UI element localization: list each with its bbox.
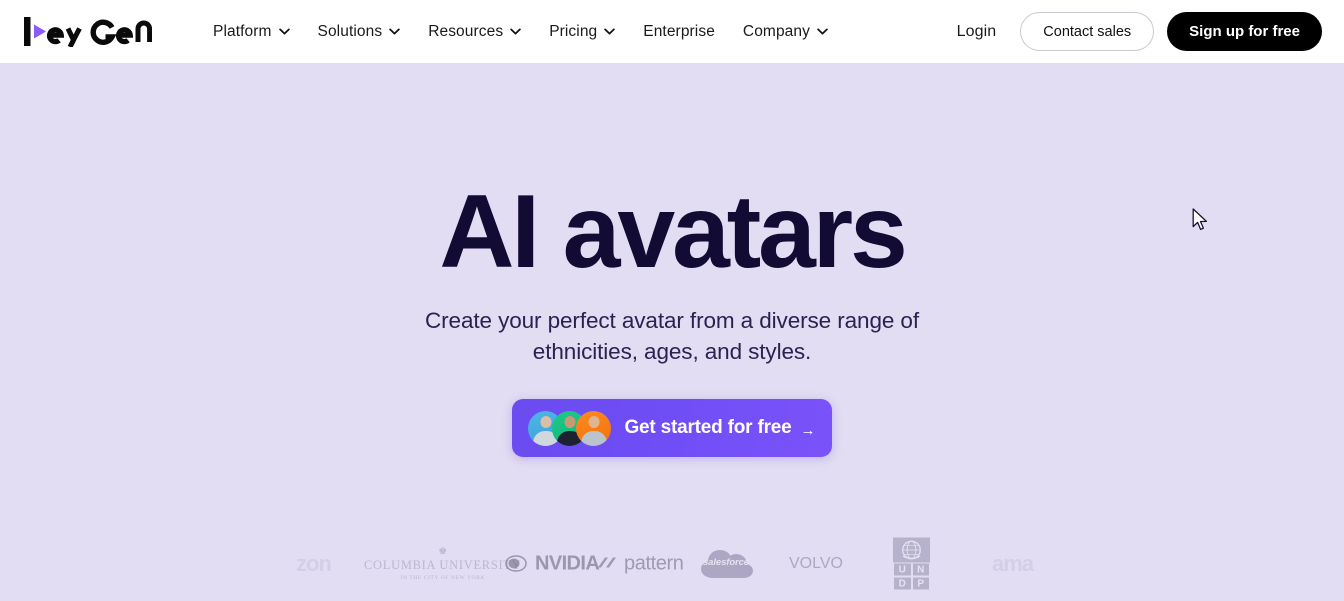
contact-sales-button[interactable]: Contact sales [1020, 12, 1155, 51]
logo-columbia-text: COLUMBIA UNIVERSITY [364, 557, 522, 572]
un-emblem-icon [893, 537, 930, 562]
logo-amazon-text: zon [296, 550, 332, 576]
nav-item-label: Company [742, 22, 810, 40]
pattern-slashes-icon [598, 557, 616, 568]
arrow-right-icon: → [800, 421, 816, 439]
heygen-logo-mark [24, 16, 152, 47]
nav-item-enterprise[interactable]: Enterprise [629, 15, 729, 49]
customer-logo-strip: zon ♚ COLUMBIA UNIVERSITY IN THE CITY OF… [0, 526, 1344, 601]
hero-subtitle: Create your perfect avatar from a divers… [425, 308, 919, 365]
logo-columbia-subtext: IN THE CITY OF NEW YORK [400, 574, 485, 581]
main-nav: Platform Solutions Resources Pricing Ent… [199, 15, 842, 49]
nav-item-company[interactable]: Company [729, 15, 842, 49]
undp-letter: P [911, 576, 930, 590]
undp-letter: D [893, 576, 912, 590]
play-triangle-icon [34, 24, 46, 38]
logo-volvo: VOLVO [789, 555, 843, 573]
login-link[interactable]: Login [945, 15, 1009, 49]
avatar-group [528, 410, 612, 446]
chevron-down-icon [389, 28, 400, 35]
chevron-down-icon [510, 28, 521, 35]
logo-pattern: pattern [596, 552, 684, 575]
logo-amazon: ama [992, 550, 1034, 577]
logo-nvidia: NVIDIA [503, 552, 600, 575]
nav-item-platform[interactable]: Platform [199, 15, 304, 49]
nav-item-label: Solutions [317, 22, 383, 40]
get-started-button[interactable]: Get started for free → [512, 399, 832, 458]
signup-button[interactable]: Sign up for free [1167, 12, 1322, 51]
nav-item-solutions[interactable]: Solutions [304, 15, 415, 49]
hero-section: AI avatars Create your perfect avatar fr… [0, 63, 1344, 601]
crown-icon: ♚ [438, 545, 448, 557]
avatar [576, 410, 612, 446]
nav-item-label: Enterprise [643, 22, 715, 40]
chevron-down-icon [604, 28, 616, 35]
nav-item-pricing[interactable]: Pricing [535, 15, 629, 49]
logo-volvo-text: VOLVO [789, 554, 843, 572]
logo-pattern-text: pattern [624, 552, 684, 574]
chevron-down-icon [817, 28, 828, 35]
header-actions: Login Contact sales Sign up for free [945, 12, 1322, 51]
logo-salesforce-text: salesforce [702, 556, 749, 568]
nvidia-eye-icon [505, 555, 527, 572]
nav-item-label: Resources [428, 22, 504, 40]
site-header: HeyGen Platform Solutions Resources [0, 0, 1344, 63]
undp-letter: N [911, 562, 930, 576]
chevron-down-icon [278, 28, 290, 35]
logo-columbia-university: ♚ COLUMBIA UNIVERSITY IN THE CITY OF NEW… [364, 545, 522, 581]
nav-item-label: Pricing [549, 22, 598, 40]
logo-amazon-text: ama [992, 550, 1034, 576]
logo-salesforce: salesforce [697, 544, 755, 584]
get-started-button-label: Get started for free [624, 417, 792, 439]
page-title: AI avatars [439, 174, 907, 290]
nav-item-label: Platform [213, 22, 272, 40]
logo-nvidia-text: NVIDIA [535, 552, 600, 574]
logo-undp: U N D P [893, 537, 930, 590]
logo-amazon: zon [296, 550, 332, 577]
heygen-logo[interactable]: HeyGen [24, 12, 152, 52]
page-root: HeyGen Platform Solutions Resources [0, 0, 1344, 601]
undp-letter: U [893, 562, 912, 576]
nav-item-resources[interactable]: Resources [414, 15, 535, 49]
